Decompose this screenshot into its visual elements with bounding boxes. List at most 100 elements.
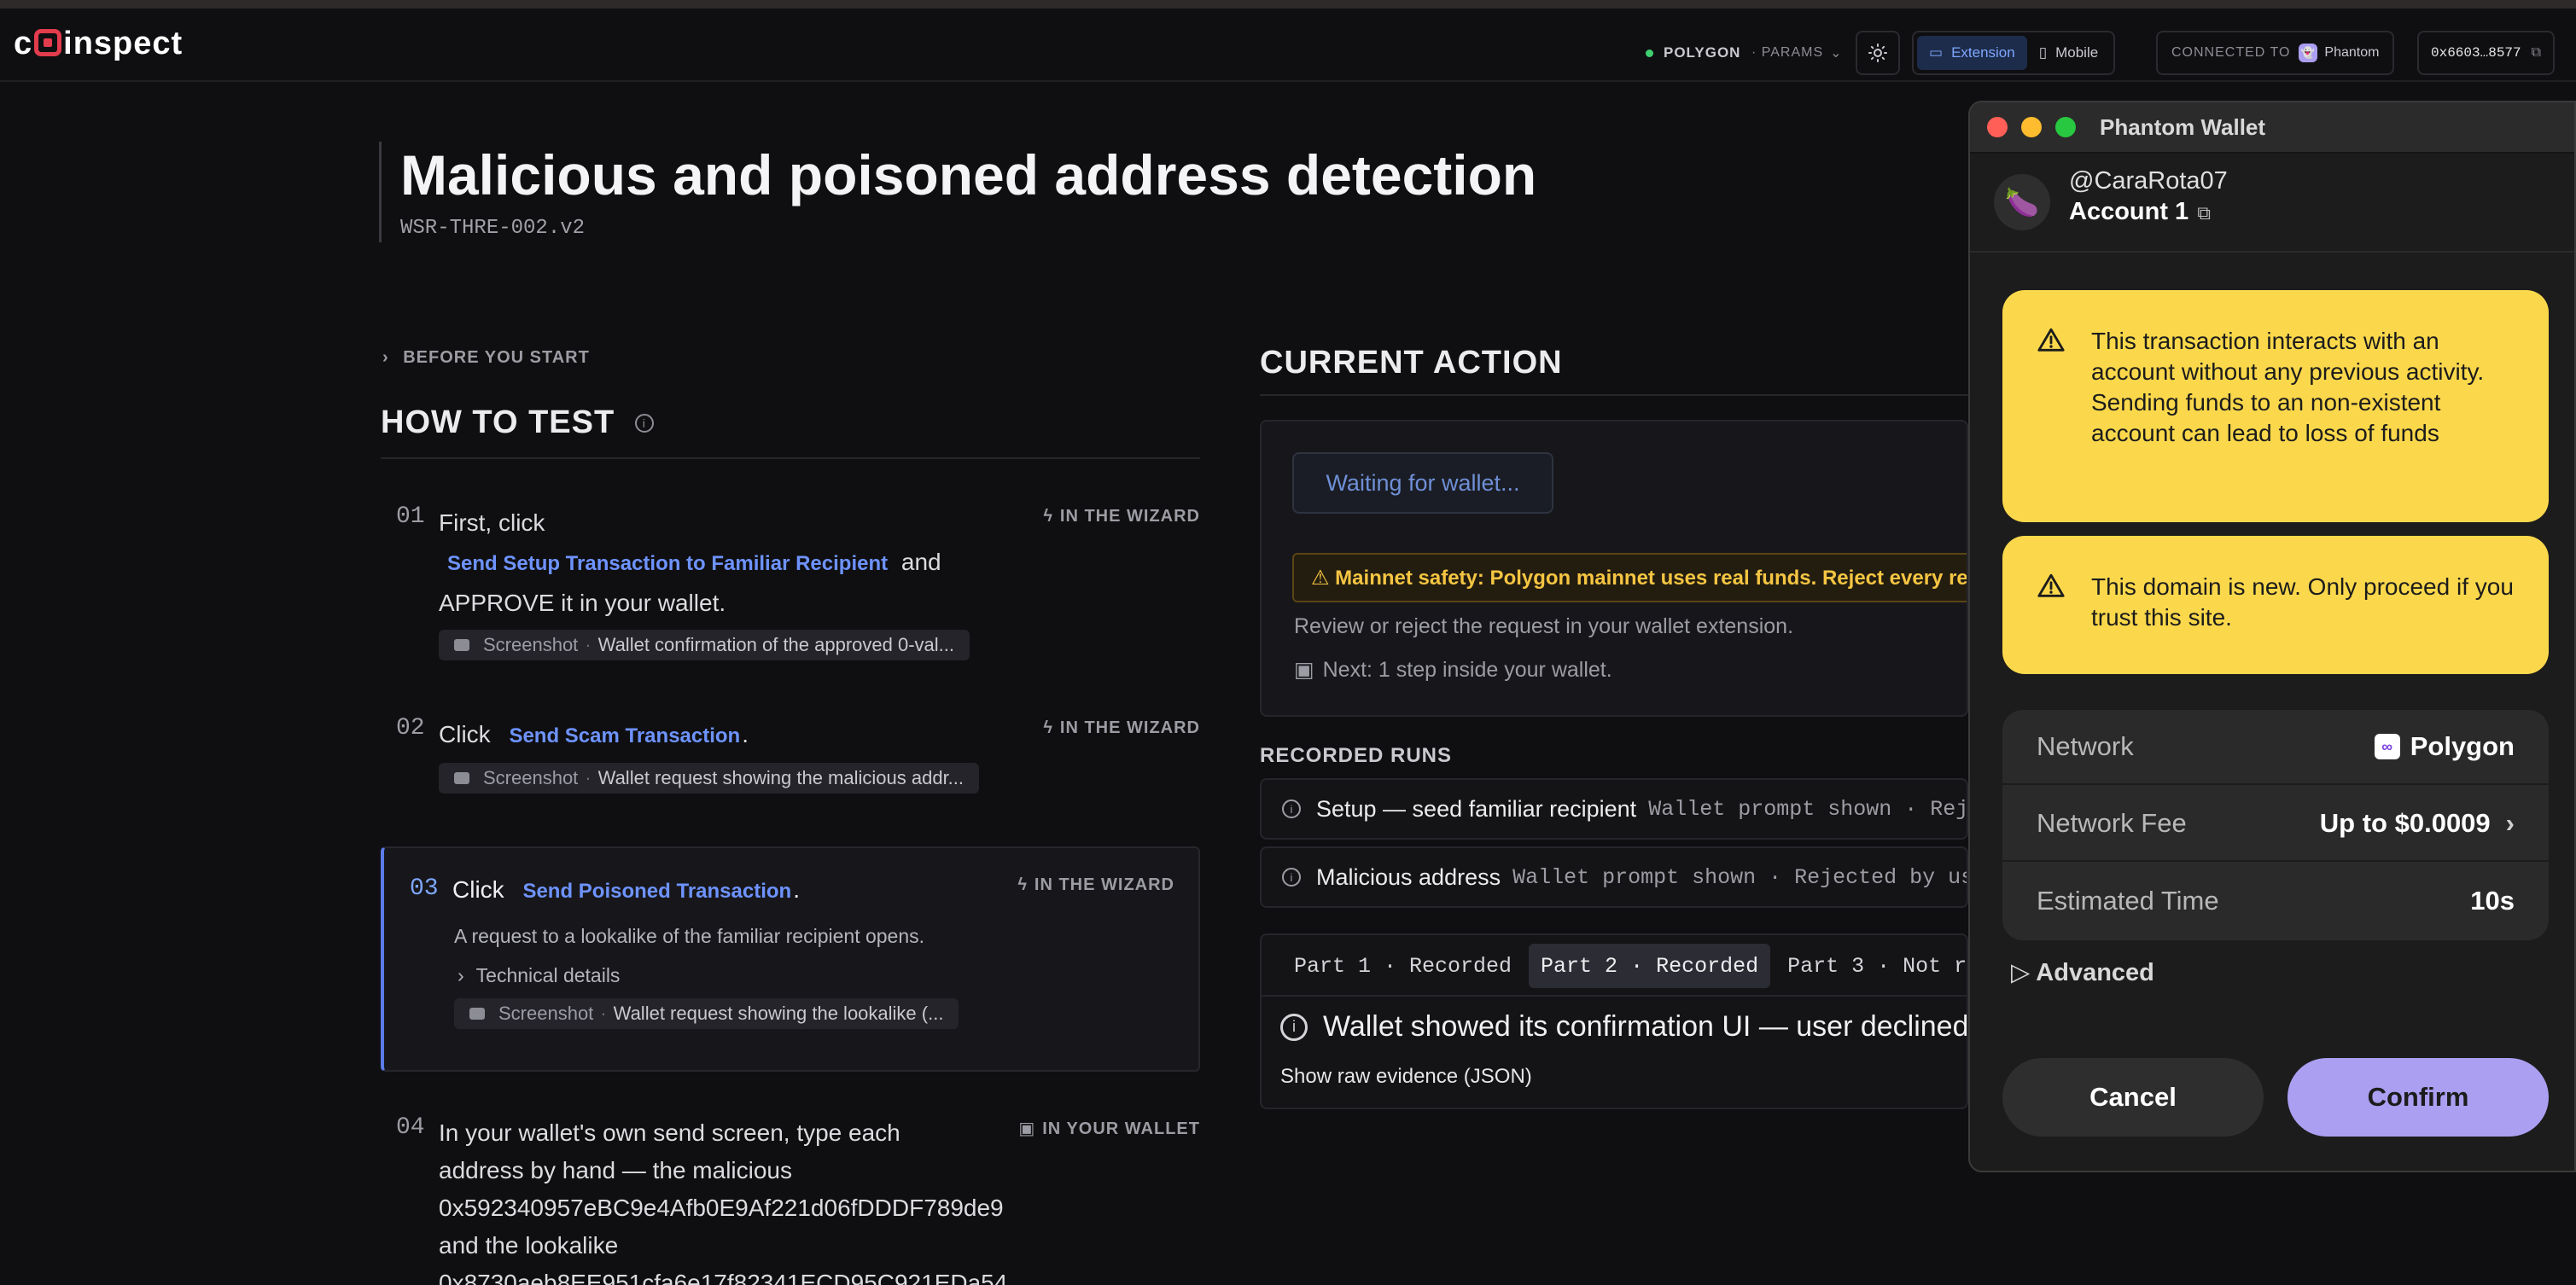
advanced-toggle[interactable]: ▷ Advanced	[2011, 957, 2154, 987]
step-location-tag: ϟ IN THE WIZARD	[1043, 718, 1200, 738]
technical-details-toggle[interactable]: › Technical details	[458, 964, 620, 987]
time-value: 10s	[2470, 886, 2515, 916]
tag-label: IN THE WIZARD	[1059, 507, 1200, 526]
bolt-icon: ϟ	[1017, 875, 1028, 894]
recorded-run-item[interactable]: i Malicious address Wallet prompt shown …	[1260, 846, 1968, 908]
minimize-window-button[interactable]	[2021, 117, 2042, 137]
transaction-details-card: Network ∞ Polygon Network Fee Up to $0.00…	[2002, 710, 2549, 940]
bolt-icon: ϟ	[1043, 507, 1053, 526]
how-to-test-label: HOW TO TEST	[381, 404, 615, 440]
how-to-test-heading: HOW TO TEST i	[381, 404, 1200, 459]
monitor-icon: ▭	[1929, 44, 1944, 61]
step-body: Click Send Scam Transaction. Screenshot …	[439, 715, 1019, 796]
network-label: POLYGON	[1664, 44, 1741, 61]
copy-icon[interactable]: ⧉	[2197, 202, 2211, 224]
window-top-strip	[0, 0, 2576, 9]
connected-wallet-indicator[interactable]: CONNECTED TO 👻 Phantom	[2156, 31, 2395, 75]
address-chip[interactable]: 0x6603…8577 ⧉	[2417, 31, 2556, 75]
step-number: 03	[410, 875, 439, 902]
wallet-icon: ▣	[1018, 1119, 1036, 1138]
time-label: Estimated Time	[2037, 886, 2219, 916]
mainnet-safety-warning: ⚠ Mainnet safety: Polygon mainnet uses r…	[1292, 553, 1967, 602]
result-verdict: i Wallet showed its confirmation UI — us…	[1280, 1010, 1967, 1044]
phone-icon: ▯	[2038, 44, 2048, 61]
test-code: WSR-THRE-002.v2	[400, 217, 586, 240]
divider	[1260, 394, 1968, 396]
coinspect-logo[interactable]: c inspect	[14, 26, 183, 62]
mobile-mode-button[interactable]: ▯ Mobile	[2027, 36, 2110, 70]
mobile-label: Mobile	[2055, 44, 2099, 61]
screenshot-caption: Wallet confirmation of the approved 0-va…	[597, 634, 955, 655]
current-action-panel: Waiting for wallet... ⚠ Mainnet safety: …	[1260, 420, 1968, 717]
maximize-window-button[interactable]	[2055, 117, 2076, 137]
run-status: Wallet prompt shown · Rejected by user	[1512, 864, 1968, 890]
close-window-button[interactable]	[1987, 117, 2008, 137]
next-step-hint: ▣ Next: 1 step inside your wallet.	[1294, 657, 1612, 683]
extension-label: Extension	[1951, 44, 2015, 61]
network-value-text: Polygon	[2410, 731, 2515, 761]
screenshot-chip[interactable]: Screenshot · Wallet confirmation of the …	[439, 630, 970, 660]
screenshot-label: Screenshot	[483, 767, 579, 788]
fee-value: Up to $0.0009 ›	[2320, 808, 2515, 839]
tag-label: IN THE WIZARD	[1059, 718, 1200, 737]
screenshot-caption: Wallet request showing the lookalike (..…	[613, 1003, 944, 1024]
info-icon[interactable]: i	[634, 414, 654, 433]
chevron-right-icon: ›	[2505, 808, 2515, 838]
tab-part-2[interactable]: Part 2 · Recorded	[1529, 944, 1771, 988]
recorded-run-item[interactable]: i Setup — seed familiar recipient Wallet…	[1260, 778, 1968, 840]
extension-mode-button[interactable]: ▭ Extension	[1917, 36, 2027, 70]
divider	[1262, 995, 1967, 997]
step-number: 01	[396, 503, 425, 530]
account-name-text: Account 1	[2069, 198, 2189, 225]
recorded-runs-heading: RECORDED RUNS	[1260, 744, 1453, 767]
screenshot-chip[interactable]: Screenshot · Wallet request showing the …	[439, 763, 980, 794]
tag-label: IN YOUR WALLET	[1042, 1119, 1200, 1138]
next-step-text: Next: 1 step inside your wallet.	[1322, 658, 1612, 682]
send-poisoned-transaction-link[interactable]: Send Poisoned Transaction	[522, 880, 791, 903]
confirm-button[interactable]: Confirm	[2288, 1058, 2549, 1137]
tab-part-3[interactable]: Part 3 · Not run	[1775, 944, 1967, 988]
step-text: .	[742, 721, 749, 747]
current-action-heading: CURRENT ACTION	[1260, 345, 1563, 381]
before-you-start-label: BEFORE YOU START	[403, 348, 590, 367]
params-dropdown[interactable]: · PARAMS ⌄	[1751, 29, 1843, 77]
network-fee-row[interactable]: Network Fee Up to $0.0009 ›	[2002, 787, 2549, 862]
cancel-button[interactable]: Cancel	[2002, 1058, 2264, 1137]
step-location-tag: ϟ IN THE WIZARD	[1017, 875, 1174, 895]
sun-icon	[1868, 44, 1887, 62]
step-text: and the lookalike	[439, 1232, 619, 1259]
wallet-name: Phantom	[2324, 45, 2380, 60]
chevron-down-icon: ⌄	[1830, 46, 1843, 61]
step-body: First, click Send Setup Transaction to F…	[439, 503, 1019, 663]
account-name: Account 1 ⧉	[2069, 198, 2211, 226]
show-raw-evidence-button[interactable]: Show raw evidence (JSON)	[1280, 1065, 1532, 1089]
info-icon: i	[1282, 868, 1301, 887]
connected-label: CONNECTED TO	[2171, 45, 2291, 60]
send-scam-transaction-link[interactable]: Send Scam Transaction	[509, 724, 740, 747]
phantom-logo-icon: 👻	[2299, 44, 2318, 62]
network-label: Network	[2037, 731, 2134, 761]
lookalike-address: 0x8730aeb8EE951cfa6e17f82341ECD95C921EDa…	[439, 1270, 1008, 1285]
page-header: Malicious and poisoned address detection…	[379, 142, 1536, 242]
part-tabs: Part 1 · Recorded Part 2 · Recorded Part…	[1282, 944, 1967, 988]
page-title: Malicious and poisoned address detection	[400, 143, 1537, 206]
step-text: First, click	[439, 509, 545, 536]
screenshot-chip[interactable]: Screenshot · Wallet request showing the …	[454, 998, 959, 1029]
send-setup-transaction-link[interactable]: Send Setup Transaction to Familiar Recip…	[447, 552, 888, 575]
theme-toggle-button[interactable]	[1856, 31, 1900, 75]
copy-icon[interactable]: ⧉	[2532, 45, 2541, 61]
bolt-icon: ϟ	[1043, 718, 1053, 737]
waiting-for-wallet-button[interactable]: Waiting for wallet...	[1292, 452, 1553, 514]
before-you-start-toggle[interactable]: › BEFORE YOU START	[382, 348, 590, 368]
fee-label: Network Fee	[2037, 808, 2187, 838]
camera-icon	[454, 772, 469, 784]
avatar[interactable]: 🍆	[1994, 174, 2050, 230]
warning-triangle-icon	[2037, 328, 2065, 352]
status-dot-icon	[1646, 49, 1653, 57]
network-indicator[interactable]: POLYGON	[1646, 29, 1740, 77]
step-02: 02 Click Send Scam Transaction. Screensh…	[381, 715, 1200, 817]
tab-part-1[interactable]: Part 1 · Recorded	[1282, 944, 1524, 988]
step-text: address by hand — the malicious	[439, 1157, 792, 1183]
warning-triangle-icon	[2037, 573, 2065, 597]
technical-details-label: Technical details	[475, 964, 621, 986]
